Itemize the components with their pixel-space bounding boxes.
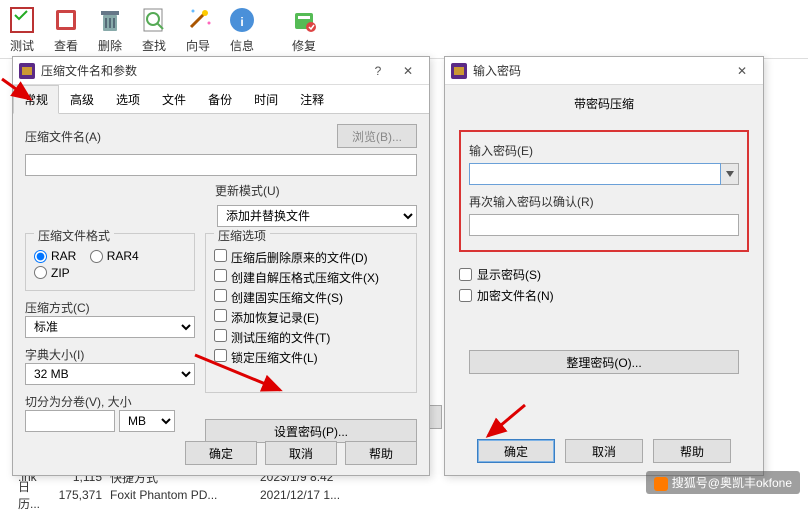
list-item[interactable]: 日历...175,371Foxit Phantom PD...2021/12/1… (18, 486, 468, 504)
opt-lock[interactable]: 锁定压缩文件(L) (214, 349, 408, 366)
password-input[interactable] (469, 163, 721, 185)
options-fieldset: 压缩选项 压缩后删除原来的文件(D) 创建自解压格式压缩文件(X) 创建固实压缩… (205, 233, 417, 393)
titlebar: 压缩文件名和参数 ? ✕ (13, 57, 429, 85)
toolbar-label: 信息 (230, 37, 254, 54)
close-button[interactable]: ✕ (727, 60, 757, 82)
archive-dialog: 压缩文件名和参数 ? ✕ 常规 高级 选项 文件 备份 时间 注释 压缩文件名(… (12, 56, 430, 476)
password-dropdown[interactable] (721, 163, 739, 185)
svg-text:i: i (240, 15, 243, 29)
opt-recovery[interactable]: 添加恢复记录(E) (214, 309, 408, 326)
dialog-title: 压缩文件名和参数 (41, 62, 363, 79)
tab-general[interactable]: 常规 (13, 85, 59, 114)
delete-icon (94, 4, 126, 36)
show-password-checkbox[interactable]: 显示密码(S) (459, 266, 749, 283)
cancel-button[interactable]: 取消 (565, 439, 643, 463)
toolbar-test[interactable]: 测试 (0, 2, 44, 56)
update-mode-label: 更新模式(U) (215, 182, 280, 199)
help-button[interactable]: 帮助 (653, 439, 731, 463)
help-button[interactable]: 帮助 (345, 441, 417, 465)
toolbar-view[interactable]: 查看 (44, 2, 88, 56)
opt-sfx[interactable]: 创建自解压格式压缩文件(X) (214, 269, 408, 286)
opt-test[interactable]: 测试压缩的文件(T) (214, 329, 408, 346)
toolbar-label: 查找 (142, 37, 166, 54)
split-size-input[interactable] (25, 410, 115, 432)
toolbar-repair[interactable]: 修复 (282, 2, 326, 56)
options-legend: 压缩选项 (214, 227, 270, 244)
tab-advanced[interactable]: 高级 (59, 85, 105, 113)
browse-button[interactable]: 浏览(B)... (337, 124, 417, 148)
info-icon: i (226, 4, 258, 36)
opt-delete-after[interactable]: 压缩后删除原来的文件(D) (214, 249, 408, 266)
app-icon (451, 63, 467, 79)
cancel-button[interactable]: 取消 (265, 441, 337, 465)
sohu-logo-icon (654, 477, 668, 491)
tab-time[interactable]: 时间 (243, 85, 289, 113)
archive-name-label: 压缩文件名(A) (25, 128, 101, 145)
format-legend: 压缩文件格式 (34, 227, 114, 244)
format-zip[interactable]: ZIP (34, 266, 70, 280)
toolbar-label: 查看 (54, 37, 78, 54)
encrypt-names-checkbox[interactable]: 加密文件名(N) (459, 287, 749, 304)
format-fieldset: 压缩文件格式 RAR RAR4 ZIP (25, 233, 195, 291)
manage-passwords-button[interactable]: 整理密码(O)... (469, 350, 739, 374)
password-header: 带密码压缩 (445, 85, 763, 122)
archive-name-input[interactable] (25, 154, 417, 176)
method-label: 压缩方式(C) (25, 299, 195, 316)
help-button[interactable]: ? (363, 60, 393, 82)
main-toolbar: 测试 查看 删除 查找 向导 i 信息 修复 (0, 0, 808, 59)
toolbar-info[interactable]: i 信息 (220, 2, 264, 56)
toolbar-label: 向导 (186, 37, 210, 54)
tab-backup[interactable]: 备份 (197, 85, 243, 113)
reenter-password-label: 再次输入密码以确认(R) (469, 193, 739, 210)
toolbar-wizard[interactable]: 向导 (176, 2, 220, 56)
format-rar[interactable]: RAR (34, 249, 76, 263)
dict-select[interactable]: 32 MB (25, 363, 195, 385)
ok-button[interactable]: 确定 (477, 439, 555, 463)
titlebar: 输入密码 ✕ (445, 57, 763, 85)
view-icon (50, 4, 82, 36)
set-password-button[interactable]: 设置密码(P)... (205, 419, 417, 443)
password-highlight-box: 输入密码(E) 再次输入密码以确认(R) (459, 130, 749, 252)
opt-solid[interactable]: 创建固实压缩文件(S) (214, 289, 408, 306)
app-icon (19, 63, 35, 79)
tab-files[interactable]: 文件 (151, 85, 197, 113)
dialog-title: 输入密码 (473, 62, 727, 79)
password-dialog: 输入密码 ✕ 带密码压缩 输入密码(E) 再次输入密码以确认(R) 显示密码(S… (444, 56, 764, 476)
toolbar-label: 删除 (98, 37, 122, 54)
close-button[interactable]: ✕ (393, 60, 423, 82)
method-select[interactable]: 标准 (25, 316, 195, 338)
password-confirm-input[interactable] (469, 214, 739, 236)
find-icon (138, 4, 170, 36)
enter-password-label: 输入密码(E) (469, 142, 739, 159)
dict-label: 字典大小(I) (25, 346, 195, 363)
split-unit-select[interactable]: MB (119, 410, 175, 432)
toolbar-label: 测试 (10, 37, 34, 54)
tab-comment[interactable]: 注释 (289, 85, 335, 113)
repair-icon (288, 4, 320, 36)
tab-bar: 常规 高级 选项 文件 备份 时间 注释 (13, 85, 429, 114)
toolbar-delete[interactable]: 删除 (88, 2, 132, 56)
ok-button[interactable]: 确定 (185, 441, 257, 465)
split-label: 切分为分卷(V), 大小 (25, 393, 195, 410)
toolbar-find[interactable]: 查找 (132, 2, 176, 56)
wizard-icon (182, 4, 214, 36)
format-rar4[interactable]: RAR4 (90, 249, 139, 263)
watermark: 搜狐号@奥凯丰okfone (646, 471, 800, 494)
toolbar-label: 修复 (292, 37, 316, 54)
update-mode-select[interactable]: 添加并替换文件 (217, 205, 417, 227)
test-icon (6, 4, 38, 36)
tab-options[interactable]: 选项 (105, 85, 151, 113)
